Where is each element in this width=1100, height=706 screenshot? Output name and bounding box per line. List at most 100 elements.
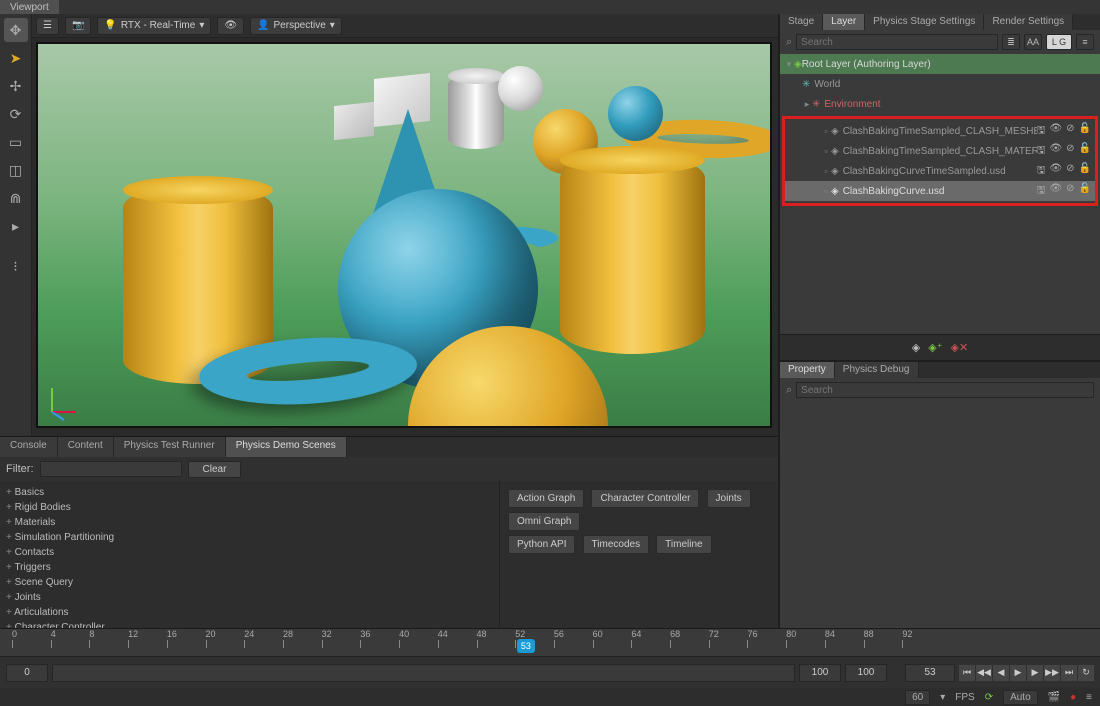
expand-icon[interactable]: ▫ xyxy=(821,146,831,156)
chip[interactable]: Omni Graph xyxy=(508,512,580,531)
filter-input[interactable] xyxy=(40,461,182,477)
tree-item[interactable]: Triggers xyxy=(6,560,493,575)
magnet-tool-icon[interactable]: ⋒ xyxy=(4,186,28,210)
tab-property[interactable]: Property xyxy=(780,362,835,378)
render-mode-dropdown[interactable]: 💡RTX - Real-Time ▾ xyxy=(97,17,211,35)
tab-render-settings[interactable]: Render Settings xyxy=(984,14,1073,30)
eye-icon[interactable]: 👁 xyxy=(1049,143,1062,160)
layer-row-environment[interactable]: ▸ ✳Environment xyxy=(780,94,1100,114)
step-back-icon[interactable]: ◀ xyxy=(993,665,1009,681)
lg-toggle[interactable]: L G xyxy=(1046,34,1072,50)
aa-toggle[interactable]: AA xyxy=(1024,34,1042,50)
tree-item[interactable]: Materials xyxy=(6,515,493,530)
property-search-input[interactable] xyxy=(796,382,1094,398)
eye-icon[interactable]: 👁 xyxy=(1049,163,1062,180)
expand-icon[interactable]: ▫ xyxy=(821,186,831,196)
chip[interactable]: Timeline xyxy=(656,535,711,554)
goto-end-icon[interactable]: ⏭ xyxy=(1061,665,1077,681)
tab-layer[interactable]: Layer xyxy=(823,14,865,30)
collapse-icon[interactable]: ▾ xyxy=(784,59,794,70)
chip[interactable]: Joints xyxy=(707,489,751,508)
step-fwd-icon[interactable]: ▶ xyxy=(1027,665,1043,681)
settings-menu-icon[interactable]: ≡ xyxy=(1086,692,1092,703)
menu-button[interactable]: ☰ xyxy=(36,17,59,35)
lock-icon[interactable]: 🔓 xyxy=(1079,123,1091,140)
layer-row[interactable]: ▫ ◈ClashBakingTimeSampled_CLASH_MESHES.u… xyxy=(785,121,1095,141)
eye-icon[interactable]: 👁 xyxy=(1049,123,1062,140)
layer-row[interactable]: ▫ ◈ClashBakingTimeSampled_CLASH_MATERIAL… xyxy=(785,141,1095,161)
chip[interactable]: Timecodes xyxy=(583,535,650,554)
layers-icon[interactable]: ≣ xyxy=(1002,34,1020,50)
fps-arrow-icon[interactable]: ▾ xyxy=(940,692,945,703)
expand-icon[interactable]: ▫ xyxy=(821,126,831,136)
play-icon[interactable]: ▶ xyxy=(1010,665,1026,681)
eye-off-icon[interactable]: ⊘ xyxy=(1066,163,1074,180)
clear-button[interactable]: Clear xyxy=(188,461,242,478)
tab-physics-stage-settings[interactable]: Physics Stage Settings xyxy=(865,14,984,30)
record-icon[interactable]: 🎬 xyxy=(1048,692,1060,703)
timeline-frame[interactable]: 53 xyxy=(905,664,955,682)
layer-row-world[interactable]: ✳World xyxy=(780,74,1100,94)
lock-icon[interactable]: 🔓 xyxy=(1079,143,1091,160)
chip[interactable]: Python API xyxy=(508,535,575,554)
timeline-scrub[interactable] xyxy=(52,664,795,682)
camera-icon[interactable]: 📷 xyxy=(65,17,91,35)
eye-icon[interactable]: 👁 xyxy=(1049,183,1062,200)
select-tool-icon[interactable]: ✥ xyxy=(4,18,28,42)
tree-item[interactable]: Rigid Bodies xyxy=(6,500,493,515)
tab-console[interactable]: Console xyxy=(0,437,58,457)
tab-physics-test-runner[interactable]: Physics Test Runner xyxy=(114,437,226,457)
camera-mode-dropdown[interactable]: 👤Perspective ▾ xyxy=(250,17,342,35)
save-icon[interactable]: 🖫 xyxy=(1037,123,1046,140)
chip[interactable]: Character Controller xyxy=(591,489,699,508)
remove-layer-icon[interactable]: ◈✕ xyxy=(951,341,969,354)
save-icon[interactable]: 🖫 xyxy=(1037,183,1046,200)
loop-icon[interactable]: ↻ xyxy=(1078,665,1094,681)
lock-icon[interactable]: 🔓 xyxy=(1079,183,1091,200)
category-tree[interactable]: Basics Rigid Bodies Materials Simulation… xyxy=(0,481,500,628)
timeline-ruler[interactable]: 53 0481216202428323640444852566064687276… xyxy=(0,629,1100,657)
rotate-tool-icon[interactable]: ⟳ xyxy=(4,102,28,126)
timeline-start[interactable]: 0 xyxy=(6,664,48,682)
viewport-canvas[interactable] xyxy=(36,42,772,428)
next-key-icon[interactable]: ▶▶ xyxy=(1044,665,1060,681)
add-layer-plus-icon[interactable]: ◈⁺ xyxy=(928,341,942,354)
tree-item[interactable]: Basics xyxy=(6,485,493,500)
lock-icon[interactable]: 🔓 xyxy=(1079,163,1091,180)
scale-tool-icon[interactable]: ▭ xyxy=(4,130,28,154)
tree-item[interactable]: Character Controller xyxy=(6,620,493,628)
eye-off-icon[interactable]: ⊘ xyxy=(1066,183,1074,200)
tree-item[interactable]: Simulation Partitioning xyxy=(6,530,493,545)
viewport-tab[interactable]: Viewport xyxy=(0,0,59,14)
tab-content[interactable]: Content xyxy=(58,437,114,457)
timeline-end-b[interactable]: 100 xyxy=(845,664,887,682)
tab-physics-debug[interactable]: Physics Debug xyxy=(835,362,919,378)
expand-icon[interactable]: ▫ xyxy=(821,166,831,176)
pointer-tool-icon[interactable]: ➤ xyxy=(4,46,28,70)
menu-icon[interactable]: ≡ xyxy=(1076,34,1094,50)
layer-row-selected[interactable]: ▫ ◈ClashBakingCurve.usd 🖫👁⊘🔓 xyxy=(785,181,1095,201)
snap-tool-icon[interactable]: ◫ xyxy=(4,158,28,182)
timeline-end-a[interactable]: 100 xyxy=(799,664,841,682)
auto-toggle[interactable]: Auto xyxy=(1003,690,1038,705)
tree-item[interactable]: Articulations xyxy=(6,605,493,620)
measure-tool-icon[interactable]: ⁝ xyxy=(4,254,28,278)
eye-off-icon[interactable]: ⊘ xyxy=(1066,143,1074,160)
layer-search-input[interactable] xyxy=(796,34,998,50)
tab-physics-demo-scenes[interactable]: Physics Demo Scenes xyxy=(226,437,347,457)
record-dot-icon[interactable]: ● xyxy=(1070,692,1076,703)
tree-item[interactable]: Contacts xyxy=(6,545,493,560)
layer-list[interactable]: ▾ ◈ Root Layer (Authoring Layer) ✳World … xyxy=(780,54,1100,334)
sync-icon[interactable]: ⟳ xyxy=(985,692,993,703)
save-icon[interactable]: 🖫 xyxy=(1037,163,1046,180)
play-tool-icon[interactable]: ▸ xyxy=(4,214,28,238)
axis-gizmo[interactable] xyxy=(42,382,82,422)
save-icon[interactable]: 🖫 xyxy=(1037,143,1046,160)
layer-row-root[interactable]: ▾ ◈ Root Layer (Authoring Layer) xyxy=(780,54,1100,74)
move-tool-icon[interactable]: ✢ xyxy=(4,74,28,98)
goto-start-icon[interactable]: ⏮ xyxy=(959,665,975,681)
expand-icon[interactable]: ▸ xyxy=(802,99,812,110)
prev-key-icon[interactable]: ◀◀ xyxy=(976,665,992,681)
add-layer-icon[interactable]: ◈ xyxy=(912,341,920,354)
tree-item[interactable]: Joints xyxy=(6,590,493,605)
